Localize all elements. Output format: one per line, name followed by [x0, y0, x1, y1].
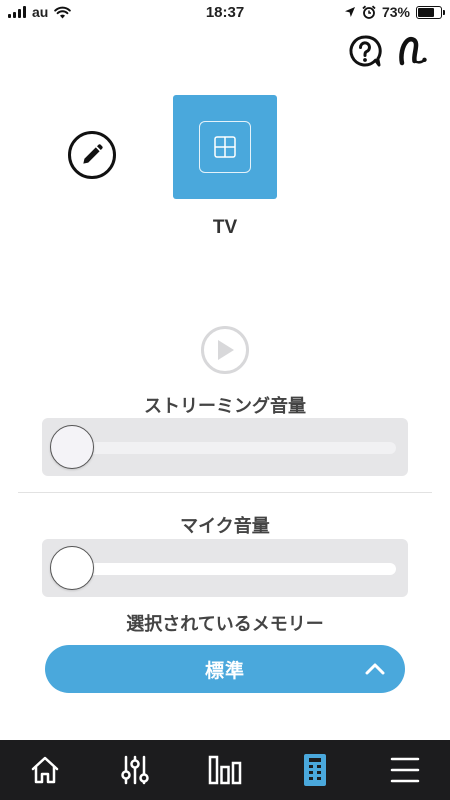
slider-track [62, 563, 396, 575]
nav-stats[interactable] [180, 740, 270, 800]
status-right: 73% [344, 4, 445, 20]
battery-icon [416, 5, 445, 19]
play-button[interactable] [201, 326, 249, 374]
hearing-aid-button[interactable] [395, 34, 429, 68]
edit-button[interactable] [68, 131, 116, 179]
program-title: TV [212, 217, 238, 238]
battery-percent: 73% [381, 4, 410, 20]
bar-chart-icon [208, 755, 242, 785]
program-tile[interactable] [173, 95, 277, 199]
bottom-nav [0, 740, 450, 800]
play-icon [218, 340, 234, 360]
pencil-icon [83, 144, 103, 164]
nav-home[interactable] [0, 740, 90, 800]
home-icon [31, 756, 59, 784]
status-bar: au 18:37 73% [0, 0, 450, 26]
menu-icon [390, 757, 420, 783]
mic-volume-label: マイク音量 [180, 516, 270, 536]
help-button[interactable] [348, 34, 382, 68]
grid-icon [214, 136, 236, 158]
streaming-volume-slider[interactable] [42, 418, 408, 476]
alarm-icon [362, 5, 376, 19]
help-icon [349, 35, 382, 67]
mic-volume-slider[interactable] [42, 539, 408, 597]
remote-icon [304, 754, 326, 786]
selected-memory-label: 選択されているメモリー [126, 614, 324, 634]
nav-remote[interactable] [270, 740, 360, 800]
slider-thumb[interactable] [50, 425, 94, 469]
sliders-icon [121, 755, 149, 785]
slider-track [62, 442, 396, 454]
nav-menu[interactable] [360, 740, 450, 800]
memory-selector-button[interactable]: 標準 [45, 645, 405, 693]
memory-selected-value: 標準 [204, 660, 245, 682]
chevron-up-icon [365, 663, 385, 675]
divider [18, 492, 432, 493]
streaming-volume-label: ストリーミング音量 [144, 396, 306, 416]
hearing-aid-icon [399, 36, 427, 66]
nav-adjust[interactable] [90, 740, 180, 800]
slider-thumb[interactable] [50, 546, 94, 590]
location-icon [344, 7, 355, 17]
